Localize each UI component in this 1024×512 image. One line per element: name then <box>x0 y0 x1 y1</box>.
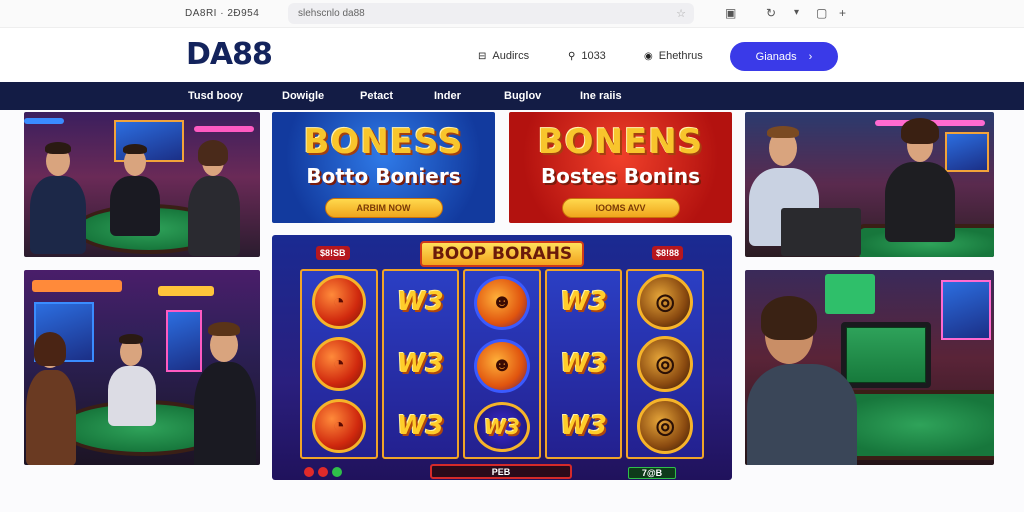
site-header: DA88 ⊟ Audircs ⚲ 1033 ◉ Ehethrus Gianads… <box>0 28 1024 82</box>
header-link-label: Audircs <box>492 50 530 62</box>
bonus-banner-red[interactable]: BONENS Bostes Bonins IOOMS AVV <box>509 112 732 223</box>
w3-symbol: W3 <box>397 349 444 379</box>
slot-machine-banner[interactable]: $8!SB BOOP BORAHS $8!88 ◔ ◔ ◔ W3 W3 W3 ☻… <box>272 235 732 480</box>
reload-icon[interactable]: ↻ <box>766 6 776 20</box>
arrow-right-icon: › <box>808 50 813 63</box>
banner-subheadline: Botto Boniers <box>306 164 461 188</box>
slot-reels: ◔ ◔ ◔ W3 W3 W3 ☻ ☻ W3 W3 W3 W3 ◎ ◎ ◎ <box>300 269 704 459</box>
tablet-device <box>841 322 931 388</box>
bookmark-icon[interactable]: ☆ <box>676 7 686 20</box>
page: DA8RI · 2Đ954 slehscnlo da88 ☆ ▣ ↻ ▾ ▢ +… <box>0 0 1024 512</box>
reel: W3 W3 W3 <box>381 269 460 459</box>
w3-symbol: W3 <box>560 287 607 317</box>
banner-red-button[interactable]: IOOMS AVV <box>561 198 680 218</box>
indicator-light <box>332 467 342 477</box>
settings-icon: ◉ <box>644 50 653 62</box>
reel: ◔ ◔ ◔ <box>300 269 378 459</box>
banner-blue-button[interactable]: ARBIM NOW <box>324 198 443 218</box>
user-icon: ⊟ <box>478 50 487 62</box>
tablet-player-photo[interactable] <box>745 270 994 465</box>
w3-symbol: W3 <box>397 287 444 317</box>
cta-label: Gianads <box>755 50 797 63</box>
casino-table-photo[interactable] <box>24 112 260 257</box>
header-link-label: Ehethrus <box>658 50 703 62</box>
address-bar[interactable]: slehscnlo da88 ☆ <box>288 3 694 24</box>
nav-item[interactable]: Tusd booy <box>188 90 243 102</box>
tab-title[interactable]: DA8RI · 2Đ954 <box>185 8 259 19</box>
site-logo[interactable]: DA88 <box>186 37 273 72</box>
header-link-location[interactable]: ⚲ 1033 <box>568 50 606 62</box>
fireball-symbol-icon: ◔ <box>311 337 366 391</box>
extensions-icon[interactable]: ▢ <box>816 6 827 20</box>
fireball-symbol-icon: ◔ <box>311 275 366 329</box>
w3-symbol: W3 <box>560 349 607 379</box>
win-display: 7@B <box>628 467 676 479</box>
w3-symbol: W3 <box>473 402 530 453</box>
nav-item[interactable]: Dowigle <box>282 90 324 102</box>
banner-headline: BONENS <box>537 122 704 162</box>
laptop <box>781 208 861 256</box>
window-icon[interactable]: ▣ <box>725 6 736 20</box>
banner-subheadline: Bostes Bonins <box>540 164 701 188</box>
coin-symbol-icon: ◎ <box>637 336 694 392</box>
nav-item[interactable]: Buglov <box>504 90 541 102</box>
reel: ☻ ☻ W3 <box>463 269 541 459</box>
main-nav: Tusd booy Dowigle Petact Inder Buglov In… <box>0 82 1024 110</box>
banner-headline: BONESS <box>303 122 464 162</box>
plus-icon[interactable]: + <box>839 6 846 20</box>
w3-symbol: W3 <box>560 411 607 441</box>
fireball-symbol-icon: ◔ <box>311 399 366 453</box>
header-link-audircs[interactable]: ⊟ Audircs <box>478 50 529 62</box>
credit-display-left: $8!SB <box>316 246 350 260</box>
location-icon: ⚲ <box>568 50 576 62</box>
address-url: slehscnlo da88 <box>298 8 365 19</box>
coin-symbol-icon: ◎ <box>637 398 694 454</box>
slot-title: BOOP BORAHS <box>420 241 584 267</box>
coin-symbol-icon: ◎ <box>637 274 694 330</box>
nav-item[interactable]: Petact <box>360 90 393 102</box>
credit-display-right: $8!88 <box>652 246 684 260</box>
cta-button[interactable]: Gianads › <box>730 42 838 71</box>
browser-toolbar: DA8RI · 2Đ954 slehscnlo da88 ☆ ▣ ↻ ▾ ▢ + <box>0 0 1024 28</box>
indicator-light <box>304 467 314 477</box>
reel: ◎ ◎ ◎ <box>626 269 704 459</box>
header-link-label: 1033 <box>581 50 606 62</box>
nav-item[interactable]: Ine raiis <box>580 90 622 102</box>
w3-symbol: W3 <box>397 411 444 441</box>
bonus-banner-blue[interactable]: BONESS Botto Boniers ARBIM NOW <box>272 112 495 223</box>
laptop-players-photo[interactable] <box>745 112 994 257</box>
poker-room-photo[interactable] <box>24 270 260 465</box>
face-symbol-icon: ☻ <box>473 275 530 330</box>
nav-item[interactable]: Inder <box>434 90 461 102</box>
face-symbol-icon: ☻ <box>473 338 530 393</box>
indicator-light <box>318 467 328 477</box>
spin-display[interactable]: PEB <box>430 464 572 479</box>
header-link-settings[interactable]: ◉ Ehethrus <box>644 50 703 62</box>
reel: W3 W3 W3 <box>544 269 623 459</box>
chevron-down-icon[interactable]: ▾ <box>794 6 799 20</box>
